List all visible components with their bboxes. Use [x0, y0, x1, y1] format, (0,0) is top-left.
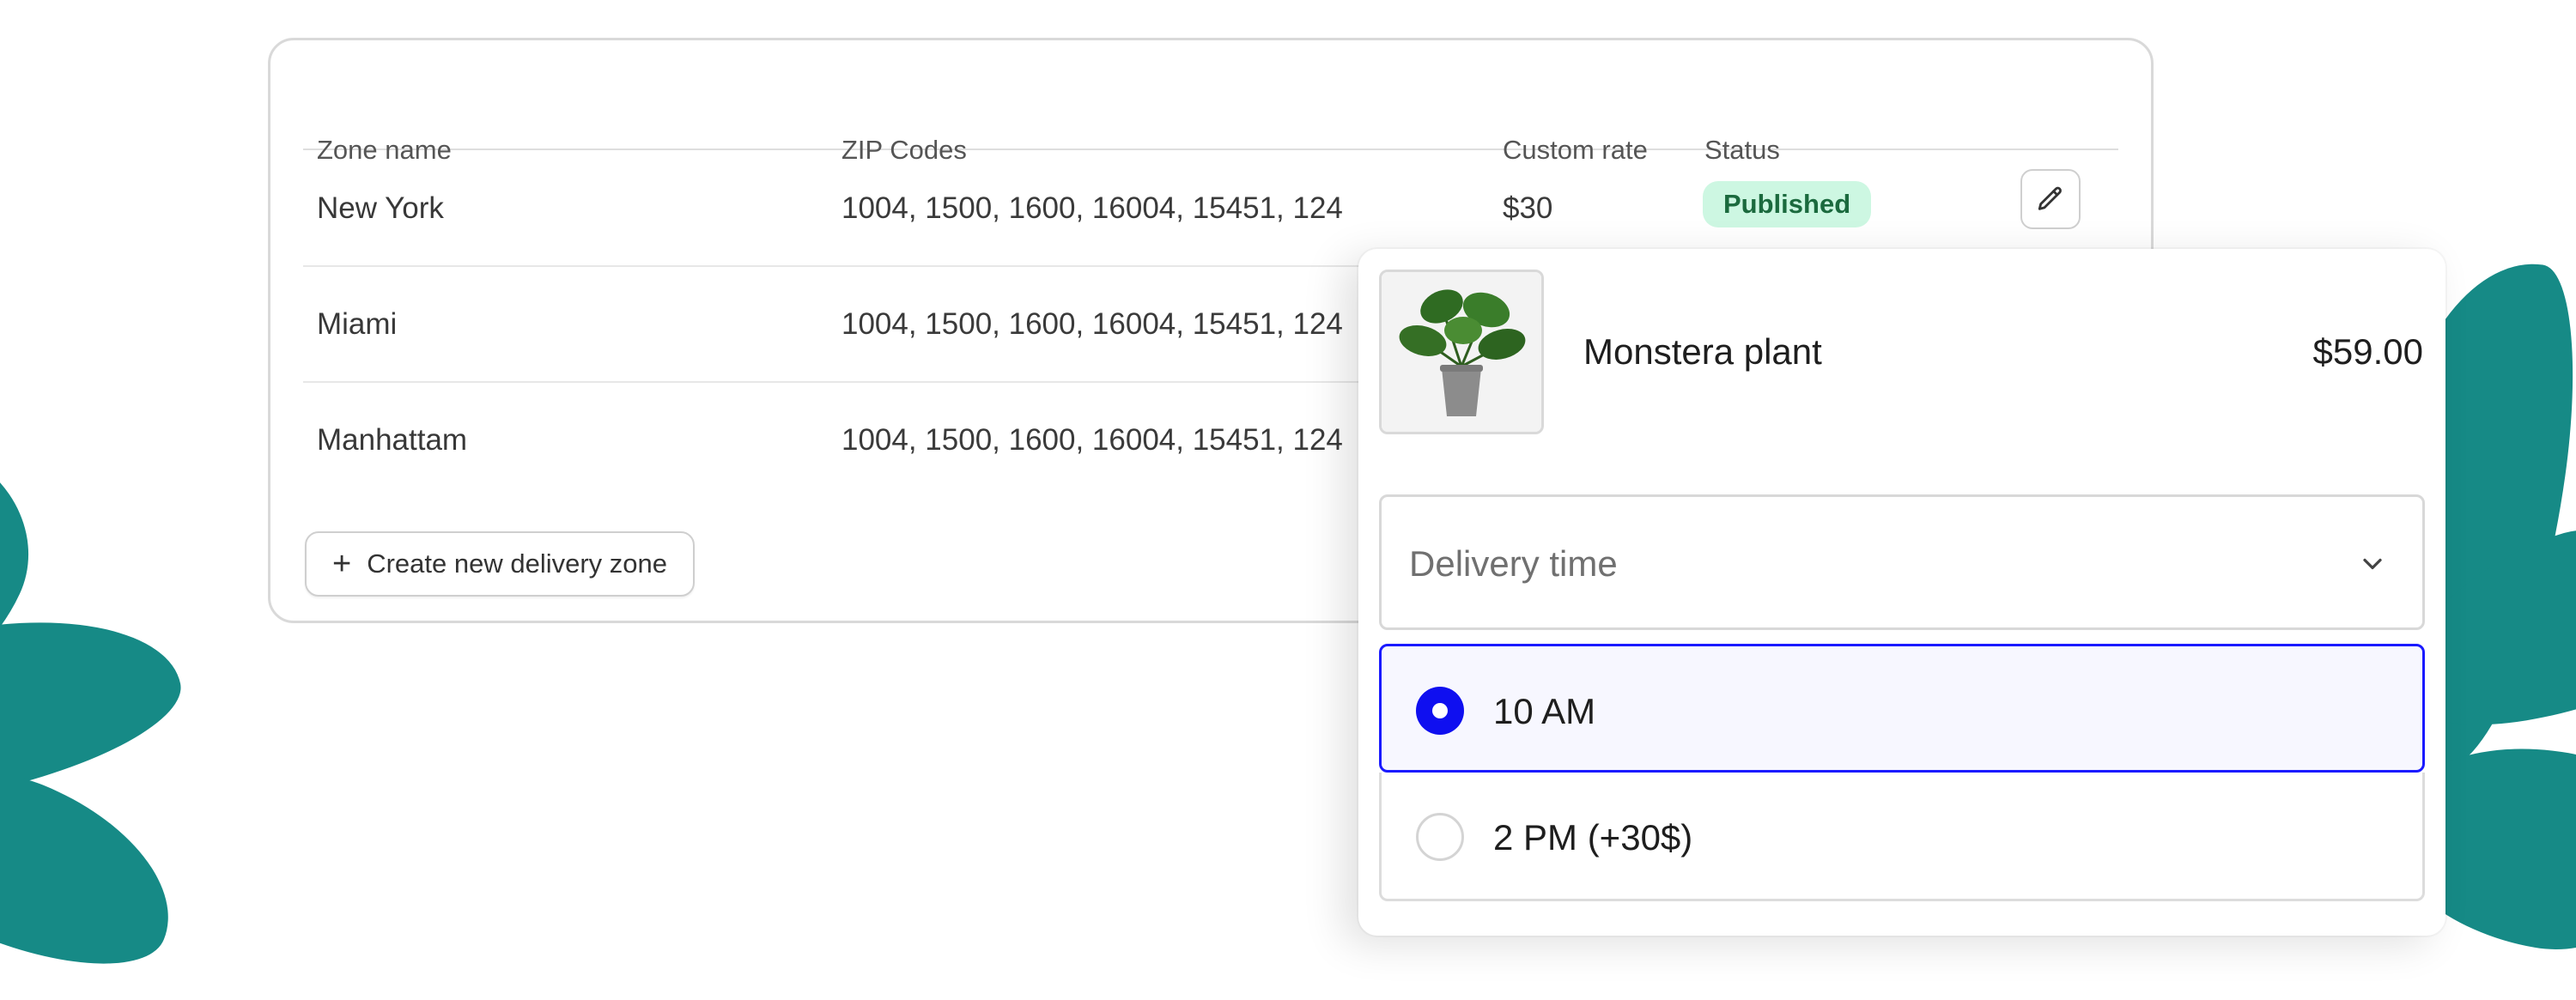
radio-button[interactable]: [1416, 813, 1464, 861]
chevron-down-icon: [2363, 558, 2382, 570]
zone-name: Manhattam: [317, 423, 468, 457]
delivery-option[interactable]: 2 PM (+30$): [1379, 773, 2425, 901]
product-name: Monstera plant: [1583, 331, 1822, 372]
zip-codes: 1004, 1500, 1600, 16004, 15451, 124: [841, 307, 1343, 341]
zone-name: Miami: [317, 307, 398, 341]
zone-name: New York: [317, 191, 444, 225]
radio-button-selected[interactable]: [1416, 687, 1464, 735]
delivery-time-select[interactable]: Delivery time: [1379, 494, 2425, 630]
create-delivery-zone-label: Create new delivery zone: [367, 548, 667, 579]
delivery-option-label: 2 PM (+30$): [1493, 817, 1693, 858]
delivery-time-placeholder: Delivery time: [1409, 543, 1618, 584]
table-header: Zone name ZIP Codes Custom rate Status: [303, 92, 2118, 165]
plant-illustration: [1382, 272, 1541, 432]
decorative-leaf: [0, 587, 194, 812]
edit-button[interactable]: [2020, 169, 2081, 229]
product-price: $59.00: [2312, 331, 2423, 372]
status-badge: Published: [1703, 181, 1872, 227]
plant-image: [1379, 270, 1544, 434]
custom-rate: $30: [1503, 191, 1553, 225]
pencil-icon: [2038, 186, 2062, 210]
create-delivery-zone-button[interactable]: + Create new delivery zone: [305, 531, 695, 597]
delivery-option-label: 10 AM: [1493, 691, 1596, 731]
zip-codes: 1004, 1500, 1600, 16004, 15451, 124: [841, 423, 1343, 457]
plus-icon: +: [332, 546, 352, 582]
delivery-option[interactable]: 10 AM: [1379, 644, 2425, 773]
zip-codes: 1004, 1500, 1600, 16004, 15451, 124: [841, 191, 1343, 225]
product-delivery-card: Monstera plant $59.00 Delivery time 10 A…: [1358, 249, 2445, 936]
decorative-leaf: [0, 742, 201, 1000]
